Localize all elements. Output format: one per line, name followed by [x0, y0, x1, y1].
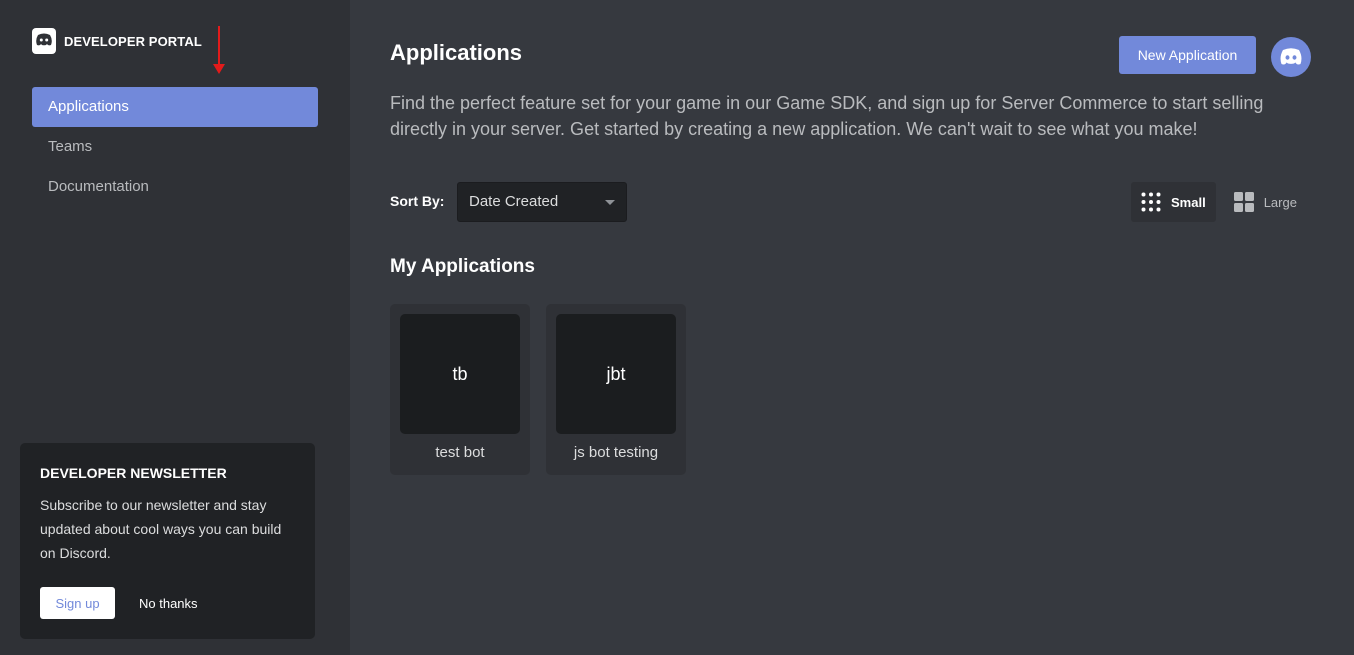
sidebar-item-teams[interactable]: Teams: [32, 127, 318, 167]
app-name: js bot testing: [573, 444, 659, 461]
newsletter-popup: DEVELOPER NEWSLETTER Subscribe to our ne…: [20, 443, 315, 639]
view-small-label: Small: [1171, 194, 1206, 210]
sidebar-item-applications[interactable]: Applications: [32, 87, 318, 127]
page-description: Find the perfect feature set for your ga…: [390, 93, 1264, 139]
signup-button[interactable]: Sign up: [40, 587, 115, 619]
grid-small-icon: [1141, 192, 1161, 212]
caret-down-icon: [605, 200, 615, 205]
app-card[interactable]: jbt js bot testing: [546, 304, 686, 475]
discord-logo-icon: [32, 28, 56, 54]
view-toggle: Small Large: [1131, 182, 1307, 222]
new-application-button[interactable]: New Application: [1119, 36, 1256, 74]
no-thanks-button[interactable]: No thanks: [139, 596, 198, 611]
view-large-button[interactable]: Large: [1224, 182, 1307, 222]
newsletter-actions: Sign up No thanks: [40, 587, 198, 619]
app-icon: tb: [400, 314, 520, 434]
app-initials: tb: [452, 363, 468, 384]
app-initials: jbt: [606, 363, 626, 384]
newsletter-text: Subscribe to our newsletter and stay upd…: [40, 497, 282, 561]
grid-large-icon: [1233, 192, 1254, 212]
view-large-label: Large: [1263, 194, 1297, 210]
view-small-button[interactable]: Small: [1131, 182, 1216, 222]
brand-text: DEVELOPER PORTAL: [64, 33, 202, 49]
app-card[interactable]: tb test bot: [390, 304, 530, 475]
my-applications-title: My Applications: [390, 256, 535, 277]
page-title: Applications: [390, 40, 523, 65]
newsletter-title: DEVELOPER NEWSLETTER: [40, 465, 227, 481]
discord-avatar-icon[interactable]: [1271, 37, 1311, 77]
annotation-arrow-icon: [213, 26, 225, 74]
app-name: test bot: [435, 444, 485, 461]
brand[interactable]: DEVELOPER PORTAL: [32, 28, 202, 54]
sort-select-value: Date Created: [469, 193, 559, 210]
sidebar-nav: Applications Teams Documentation: [32, 87, 318, 207]
main-content: Applications New Application Find the pe…: [390, 0, 1320, 655]
app-icon: jbt: [556, 314, 676, 434]
sidebar-item-documentation[interactable]: Documentation: [32, 167, 318, 207]
sort-select[interactable]: Date Created: [457, 182, 627, 222]
sidebar: DEVELOPER PORTAL Applications Teams Docu…: [0, 0, 350, 655]
sort-label: Sort By:: [390, 193, 445, 209]
applications-grid: tb test bot jbt js bot testing: [390, 304, 686, 475]
